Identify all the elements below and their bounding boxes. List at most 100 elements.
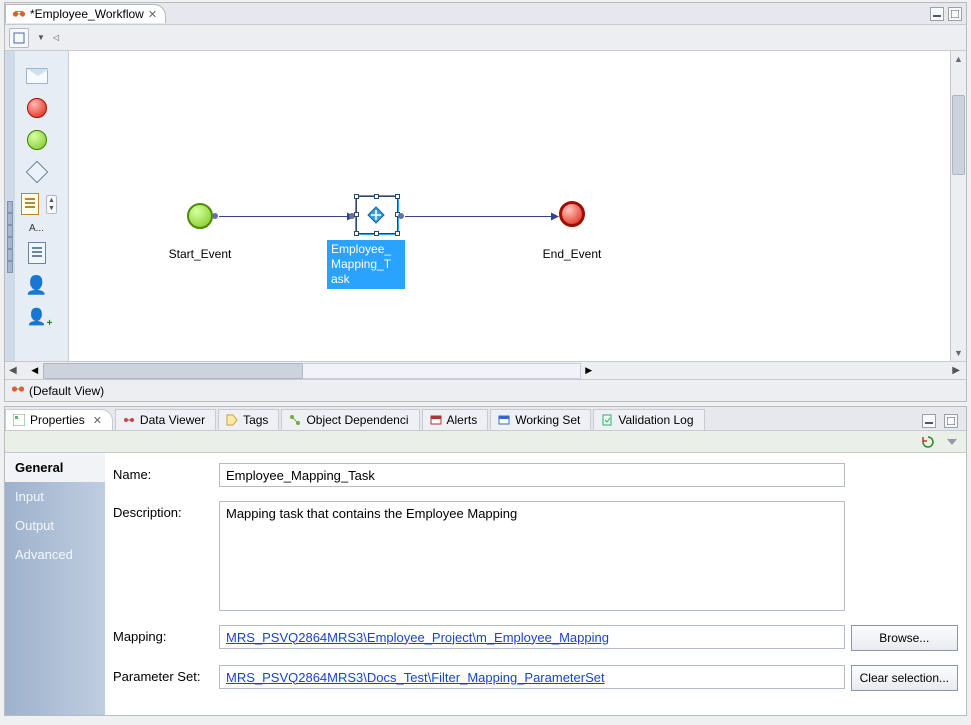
palette-subprocess-icon[interactable] — [23, 240, 51, 266]
working-set-icon — [497, 413, 511, 427]
palette-side-markers — [7, 201, 13, 273]
maximize-editor-icon[interactable] — [948, 7, 962, 21]
parameter-set-field[interactable]: MRS_PSVQ2864MRS3\Docs_Test\Filter_Mappin… — [219, 665, 845, 689]
general-form: Name: . Description: . Mapping: MRS_PSVQ… — [105, 453, 966, 715]
editor-tab-workflow[interactable]: *Employee_Workflow ✕ — [5, 4, 166, 23]
description-field[interactable] — [219, 501, 845, 611]
minimize-editor-icon[interactable] — [930, 7, 944, 21]
scroll-thumb[interactable] — [43, 363, 303, 379]
tab-label: Properties — [30, 413, 85, 427]
palette-scroll-arrows[interactable]: ▲▼ — [46, 195, 57, 214]
properties-toolstrip — [5, 431, 966, 453]
palette-start-event-icon[interactable] — [23, 127, 51, 153]
validation-log-icon — [600, 413, 614, 427]
status-view-label[interactable]: (Default View) — [29, 384, 104, 398]
workflow-editor-panel: *Employee_Workflow ✕ ▼ ◁ ▲▼ A... — [4, 2, 967, 402]
tab-label: Tags — [243, 413, 268, 427]
node-mapping-task[interactable] — [356, 196, 398, 234]
view-menu-icon[interactable] — [944, 434, 960, 450]
palette-envelope-icon[interactable] — [23, 63, 51, 89]
vertical-scrollbar[interactable]: ▲ ▼ — [950, 51, 966, 361]
properties-side-tabs: General Input Output Advanced — [5, 453, 105, 715]
maximize-view-icon[interactable] — [944, 414, 958, 428]
palette-assign-user-icon[interactable]: 👤 — [23, 304, 51, 330]
side-tab-output[interactable]: Output — [5, 511, 105, 540]
editor-toolbar: ▼ ◁ — [5, 25, 966, 51]
description-label: Description: — [113, 501, 213, 520]
node-end-event[interactable] — [559, 201, 585, 227]
properties-body: General Input Output Advanced Name: . De… — [5, 453, 966, 715]
tab-label: Working Set — [515, 413, 580, 427]
scroll-thumb[interactable] — [952, 95, 965, 175]
connector-dot[interactable] — [398, 213, 404, 219]
dependencies-icon — [288, 413, 302, 427]
tab-label: Validation Log — [618, 413, 693, 427]
properties-tab-bar: Properties ✕ Data Viewer Tags Object Dep… — [5, 407, 966, 431]
chevron-down-icon[interactable]: ▼ — [37, 33, 45, 42]
palette-user-task-icon[interactable]: 👤 — [23, 272, 51, 298]
parameter-set-label: Parameter Set: — [113, 665, 213, 684]
node-start-event-label: Start_Event — [169, 247, 232, 261]
scroll-right-icon[interactable]: ▶ — [581, 363, 597, 379]
close-tab-icon[interactable]: ✕ — [148, 8, 157, 21]
mapping-field[interactable]: MRS_PSVQ2864MRS3\Employee_Project\m_Empl… — [219, 625, 845, 649]
palette-task-icon[interactable] — [16, 191, 44, 217]
tab-properties[interactable]: Properties ✕ — [5, 409, 113, 430]
tab-object-dependencies[interactable]: Object Dependenci — [281, 409, 419, 430]
palette: ▲▼ A... 👤 👤 — [5, 51, 69, 361]
tab-working-set[interactable]: Working Set — [490, 409, 591, 430]
tab-data-viewer[interactable]: Data Viewer — [115, 409, 216, 430]
view-mode-button[interactable] — [9, 28, 29, 48]
alerts-icon — [429, 413, 443, 427]
tags-icon — [225, 413, 239, 427]
canvas-wrap: Start_Event Employee_ Mapping_T ask — [69, 51, 966, 361]
workflow-canvas[interactable]: Start_Event Employee_ Mapping_T ask — [69, 51, 950, 361]
connector-dot[interactable] — [212, 213, 218, 219]
node-end-event-label: End_Event — [543, 247, 602, 261]
side-tab-input[interactable]: Input — [5, 482, 105, 511]
browse-button[interactable]: Browse... — [851, 625, 958, 651]
side-tab-advanced[interactable]: Advanced — [5, 540, 105, 569]
palette-group-label: A... — [7, 223, 67, 234]
scroll-up-icon[interactable]: ▲ — [951, 51, 966, 67]
tab-tags[interactable]: Tags — [218, 409, 279, 430]
mapping-task-icon — [365, 204, 389, 226]
tab-validation-log[interactable]: Validation Log — [593, 409, 704, 430]
mapping-link[interactable]: MRS_PSVQ2864MRS3\Employee_Project\m_Empl… — [226, 630, 609, 645]
name-field[interactable] — [219, 463, 845, 487]
tab-label: Alerts — [447, 413, 478, 427]
arrow-head-icon — [551, 213, 559, 221]
close-tab-icon[interactable]: ✕ — [93, 414, 102, 427]
clear-selection-button[interactable]: Clear selection... — [851, 665, 958, 691]
node-start-event[interactable] — [187, 203, 213, 229]
parameter-set-link[interactable]: MRS_PSVQ2864MRS3\Docs_Test\Filter_Mappin… — [226, 670, 605, 685]
tab-label: Object Dependenci — [306, 413, 408, 427]
mapping-label: Mapping: — [113, 625, 213, 644]
palette-end-event-icon[interactable] — [23, 95, 51, 121]
editor-tab-bar: *Employee_Workflow ✕ — [5, 3, 966, 25]
sequence-flow-1[interactable] — [219, 216, 347, 217]
horizontal-scrollbar[interactable]: ◀ ▶ — [27, 363, 597, 379]
data-viewer-icon — [122, 413, 136, 427]
properties-icon — [12, 413, 26, 427]
minimize-view-icon[interactable] — [922, 414, 936, 428]
properties-panel: Properties ✕ Data Viewer Tags Object Dep… — [4, 406, 967, 716]
workflow-icon — [12, 7, 26, 21]
sequence-flow-2[interactable] — [405, 216, 551, 217]
refresh-icon[interactable] — [920, 434, 936, 450]
editor-body: ▲▼ A... 👤 👤 Start_Event — [5, 51, 966, 361]
scroll-right-edge-icon[interactable]: ▶ — [952, 365, 960, 376]
tab-alerts[interactable]: Alerts — [422, 409, 489, 430]
name-label: Name: — [113, 463, 213, 482]
chevron-left-icon[interactable]: ◁ — [53, 33, 59, 42]
editor-status-bar: (Default View) — [5, 379, 966, 401]
side-tab-general[interactable]: General — [5, 453, 105, 482]
scroll-left-icon[interactable]: ◀ — [27, 363, 43, 379]
scroll-left-icon[interactable]: ◀ — [9, 365, 17, 376]
scroll-down-icon[interactable]: ▼ — [951, 345, 966, 361]
node-mapping-task-label: Employee_ Mapping_T ask — [327, 240, 405, 289]
horizontal-scroll-row: ◀ ◀ ▶ ▶ — [5, 361, 966, 379]
tab-label: Data Viewer — [140, 413, 205, 427]
editor-tab-label: *Employee_Workflow — [30, 7, 144, 21]
palette-gateway-icon[interactable] — [23, 159, 51, 185]
